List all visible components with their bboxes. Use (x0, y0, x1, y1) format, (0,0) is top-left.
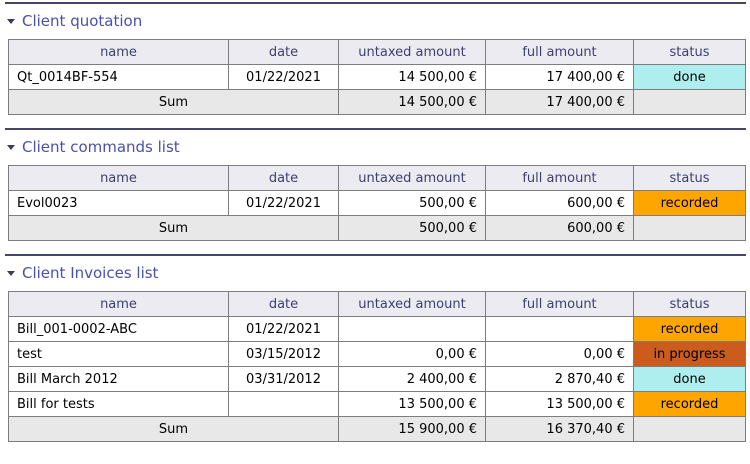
collapse-triangle-icon[interactable] (7, 144, 15, 150)
cell-full-amount: 600,00 € (485, 190, 634, 216)
column-header-name: name (8, 39, 229, 65)
sum-full-amount: 16 370,40 € (485, 416, 634, 442)
column-header-date: date (228, 291, 339, 317)
section-client-commands-list: Client commands list name date untaxed amou… (5, 128, 746, 254)
section-title: Client commands list (22, 138, 180, 156)
table-row: Qt_0014BF-554 01/22/2021 14 500,00 €17 400… (8, 64, 746, 90)
cell-date: 01/22/2021 (228, 64, 339, 90)
column-header-full: full amount (485, 291, 634, 317)
sum-row: Sum 500,00 €600,00 € (8, 215, 746, 241)
report-table: name date untaxed amount full amount status B… (8, 291, 746, 442)
header-row: name date untaxed amount full amount status (8, 39, 746, 65)
section-title: Client Invoices list (22, 264, 159, 282)
cell-name: Bill_001-0002-ABC (8, 316, 229, 342)
column-header-untaxed: untaxed amount (338, 165, 486, 191)
cell-date: 03/15/2012 (228, 341, 339, 367)
sum-full-amount: 600,00 € (485, 215, 634, 241)
cell-untaxed-amount: 2 400,00 € (338, 366, 486, 392)
cell-date: 03/31/2012 (228, 366, 339, 392)
sum-status-cell (633, 416, 746, 442)
cell-untaxed-amount (338, 316, 486, 342)
header-row: name date untaxed amount full amount status (8, 291, 746, 317)
cell-date (228, 391, 339, 417)
column-header-untaxed: untaxed amount (338, 39, 486, 65)
sum-status-cell (633, 89, 746, 115)
cell-name: Qt_0014BF-554 (8, 64, 229, 90)
status-badge: recorded (633, 190, 746, 216)
cell-date: 01/22/2021 (228, 190, 339, 216)
column-header-untaxed: untaxed amount (338, 291, 486, 317)
sum-untaxed-amount: 14 500,00 € (338, 89, 486, 115)
column-header-date: date (228, 39, 339, 65)
section-client-invoices-list: Client Invoices list name date untaxed amou… (5, 254, 746, 455)
column-header-full: full amount (485, 165, 634, 191)
status-badge: recorded (633, 316, 746, 342)
sum-untaxed-amount: 500,00 € (338, 215, 486, 241)
column-header-status: status (633, 39, 746, 65)
status-badge: in progress (633, 341, 746, 367)
sum-label: Sum (8, 215, 339, 241)
cell-name: Evol0023 (8, 190, 229, 216)
sum-row: Sum 14 500,00 €17 400,00 € (8, 89, 746, 115)
section-title: Client quotation (22, 12, 143, 30)
section-header: Client commands list (7, 138, 746, 156)
report-table: name date untaxed amount full amount status E… (8, 165, 746, 241)
cell-full-amount: 0,00 € (485, 341, 634, 367)
section-header: Client quotation (7, 12, 746, 30)
sum-untaxed-amount: 15 900,00 € (338, 416, 486, 442)
column-header-name: name (8, 291, 229, 317)
cell-untaxed-amount: 14 500,00 € (338, 64, 486, 90)
column-header-full: full amount (485, 39, 634, 65)
report-sections: Client quotation name date untaxed amount fu… (0, 0, 750, 455)
cell-full-amount: 2 870,40 € (485, 366, 634, 392)
sum-label: Sum (8, 89, 339, 115)
sum-label: Sum (8, 416, 339, 442)
cell-full-amount (485, 316, 634, 342)
status-badge: done (633, 366, 746, 392)
collapse-triangle-icon[interactable] (7, 270, 15, 276)
sum-full-amount: 17 400,00 € (485, 89, 634, 115)
report-table: name date untaxed amount full amount status Q… (8, 39, 746, 115)
column-header-date: date (228, 165, 339, 191)
cell-full-amount: 13 500,00 € (485, 391, 634, 417)
collapse-triangle-icon[interactable] (7, 18, 15, 24)
status-badge: done (633, 64, 746, 90)
column-header-status: status (633, 165, 746, 191)
cell-name: Bill March 2012 (8, 366, 229, 392)
cell-name: test (8, 341, 229, 367)
sum-status-cell (633, 215, 746, 241)
cell-name: Bill for tests (8, 391, 229, 417)
table-row: Bill for tests 13 500,00 €13 500,00 € reco… (8, 391, 746, 417)
table-row: Bill March 2012 03/31/2012 2 400,00 €2 870… (8, 366, 746, 392)
sum-row: Sum 15 900,00 €16 370,40 € (8, 416, 746, 442)
table-row: Evol0023 01/22/2021 500,00 €600,00 € record… (8, 190, 746, 216)
column-header-name: name (8, 165, 229, 191)
cell-untaxed-amount: 0,00 € (338, 341, 486, 367)
cell-full-amount: 17 400,00 € (485, 64, 634, 90)
table-row: Bill_001-0002-ABC 01/22/2021 recorded (8, 316, 746, 342)
table-row: test 03/15/2012 0,00 €0,00 € in progress (8, 341, 746, 367)
section-client-quotation: Client quotation name date untaxed amount fu… (5, 2, 746, 128)
section-header: Client Invoices list (7, 264, 746, 282)
cell-untaxed-amount: 13 500,00 € (338, 391, 486, 417)
cell-date: 01/22/2021 (228, 316, 339, 342)
cell-untaxed-amount: 500,00 € (338, 190, 486, 216)
header-row: name date untaxed amount full amount status (8, 165, 746, 191)
column-header-status: status (633, 291, 746, 317)
status-badge: recorded (633, 391, 746, 417)
